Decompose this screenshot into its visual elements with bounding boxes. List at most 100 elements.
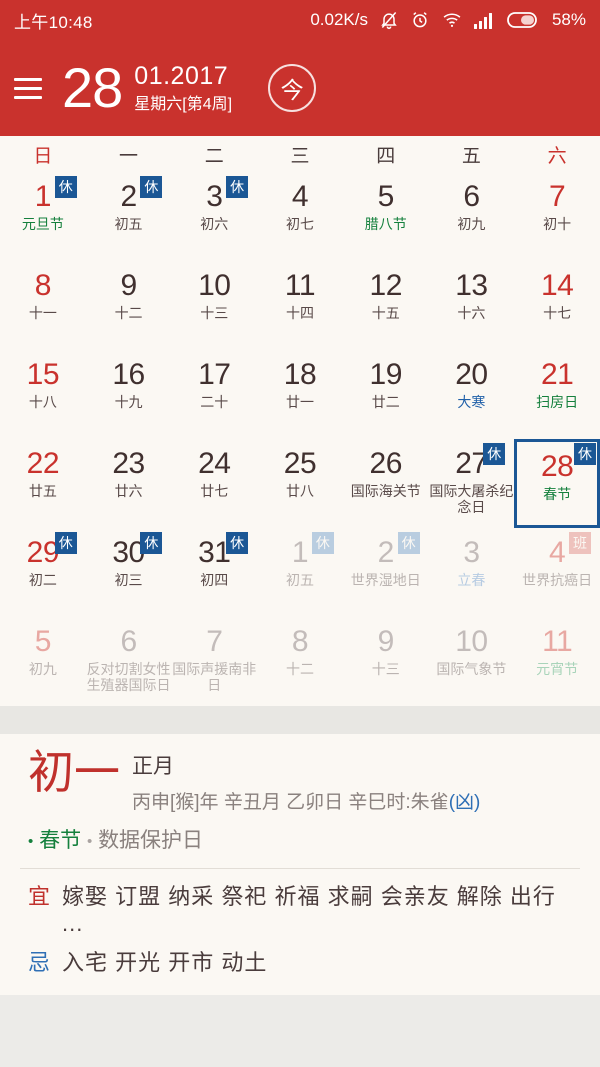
day-sublabel: 初七 [285, 215, 314, 232]
battery-percent-text: 58% [551, 10, 586, 29]
calendar-day-cell[interactable]: 22 廿五 [0, 439, 86, 528]
calendar-day-cell[interactable]: 休 30 初三 [86, 528, 172, 617]
calendar-day-cell[interactable]: 休 2 世界湿地日 [343, 528, 429, 617]
lunar-month-label: 正月 [132, 755, 174, 778]
day-number: 26 [369, 447, 403, 480]
calendar-day-cell[interactable]: 15 十八 [0, 350, 86, 439]
weekday-header-4: 四 [376, 145, 396, 167]
day-sublabel: 初十 [543, 215, 572, 232]
calendar-day-cell[interactable]: 7 国际声援南非日 [171, 617, 257, 706]
day-number: 23 [112, 447, 145, 480]
day-sublabel: 十五 [371, 304, 400, 321]
day-sublabel: 十一 [28, 304, 57, 321]
day-number: 9 [120, 269, 137, 302]
calendar-day-cell[interactable]: 9 十三 [343, 617, 429, 706]
calendar-day-cell[interactable]: 休 2 初五 [86, 172, 172, 261]
calendar-day-cell[interactable]: 23 廿六 [86, 439, 172, 528]
rest-day-badge: 休 [140, 532, 163, 554]
calendar-day-cell[interactable]: 班 4 世界抗癌日 [514, 528, 600, 617]
lunar-info-block: 正月 丙申[猴]年 辛丑月 乙卯日 辛巳时:朱雀(凶) [132, 750, 480, 814]
day-sublabel: 立春 [457, 571, 486, 588]
yi-items: 嫁娶 订盟 纳采 祭祀 祈福 求嗣 会亲友 解除 出行 ... [62, 884, 556, 937]
day-sublabel: 初六 [200, 215, 229, 232]
calendar-day-cell[interactable]: 休 29 初二 [0, 528, 86, 617]
calendar-day-cell[interactable]: 休 1 初五 [257, 528, 343, 617]
today-button[interactable]: 今 [268, 64, 317, 112]
rest-day-badge: 休 [397, 532, 420, 554]
detail-top-row: 初一 正月 丙申[猴]年 辛丑月 乙卯日 辛巳时:朱雀(凶) [20, 746, 580, 814]
calendar-day-cell[interactable]: 10 国际气象节 [429, 617, 515, 706]
calendar-day-cell[interactable]: 9 十二 [86, 261, 172, 350]
day-sublabel: 十八 [28, 393, 57, 410]
calendar-day-cell[interactable]: 7 初十 [514, 172, 600, 261]
day-sublabel: 十二 [285, 660, 314, 677]
calendar-grid[interactable]: 休 1 元旦节休 2 初五休 3 初六 4 初七 5 腊八节 6 初九 7 初十 8 十一 9 十二 10 十三 11 十四… [0, 172, 600, 706]
calendar-day-cell[interactable]: 18 廿一 [257, 350, 343, 439]
calendar-day-cell[interactable]: 5 腊八节 [343, 172, 429, 261]
calendar-day-cell[interactable]: 休 1 元旦节 [0, 172, 86, 261]
day-sublabel: 廿一 [285, 393, 314, 410]
calendar-day-cell[interactable]: 11 十四 [257, 261, 343, 350]
calendar-day-cell[interactable]: 17 二十 [171, 350, 257, 439]
calendar-day-cell[interactable]: 4 初七 [257, 172, 343, 261]
day-sublabel: 十三 [371, 660, 400, 677]
rest-day-badge: 休 [483, 443, 506, 465]
ji-label: 忌 [28, 950, 51, 976]
calendar-day-cell[interactable]: 3 立春 [429, 528, 515, 617]
calendar-day-cell[interactable]: 休 3 初六 [171, 172, 257, 261]
bell-muted-icon [379, 10, 399, 30]
panel-divider [0, 706, 600, 734]
weekday-header-6: 六 [547, 145, 567, 167]
calendar-day-cell[interactable]: 26 国际海关节 [343, 439, 429, 528]
rest-day-badge: 休 [574, 443, 596, 465]
calendar-day-cell[interactable]: 16 十九 [86, 350, 172, 439]
network-speed-text: 0.02K/s [310, 10, 368, 29]
ji-row[interactable]: 忌 入宅 开光 开市 动土 [28, 945, 580, 977]
calendar-day-cell[interactable]: 14 十七 [514, 261, 600, 350]
calendar-day-cell[interactable]: 8 十二 [257, 617, 343, 706]
calendar-day-cell[interactable]: 25 廿八 [257, 439, 343, 528]
day-number: 24 [198, 447, 231, 480]
calendar-day-cell[interactable]: 24 廿七 [171, 439, 257, 528]
calendar-day-cell[interactable]: 11 元宵节 [514, 617, 600, 706]
day-number: 18 [283, 358, 317, 391]
day-number: 1 [34, 180, 52, 213]
day-sublabel: 十九 [114, 393, 143, 410]
day-sublabel: 初九 [457, 215, 486, 232]
day-number: 17 [198, 358, 231, 391]
festival-secondary[interactable]: 数据保护日 [98, 829, 203, 852]
day-sublabel: 扫房日 [536, 393, 579, 410]
calendar-day-cell[interactable]: 21 扫房日 [514, 350, 600, 439]
calendar-day-cell[interactable]: 13 十六 [429, 261, 515, 350]
calendar-day-cell[interactable]: 6 反对切割女性生殖器国际日 [86, 617, 172, 706]
calendar-day-cell[interactable]: 19 廿二 [343, 350, 429, 439]
calendar-day-cell[interactable]: 休 31 初四 [171, 528, 257, 617]
calendar-day-cell[interactable]: 12 十五 [343, 261, 429, 350]
day-number: 14 [540, 269, 574, 302]
calendar-day-cell[interactable]: 休 28 春节 [514, 439, 600, 528]
day-number: 2 [377, 536, 395, 569]
calendar-day-cell[interactable]: 5 初九 [0, 617, 86, 706]
festival-primary[interactable]: 春节 [39, 829, 81, 852]
day-sublabel: 廿六 [114, 482, 143, 499]
calendar-day-cell[interactable]: 20 大寒 [429, 350, 515, 439]
calendar-day-cell[interactable]: 8 十一 [0, 261, 86, 350]
weekday-header-1: 一 [119, 145, 139, 167]
yi-row[interactable]: 宜 嫁娶 订盟 纳采 祭祀 祈福 求嗣 会亲友 解除 出行 ... [28, 879, 580, 937]
day-sublabel: 十六 [457, 304, 486, 321]
lunar-day-label: 初一 [28, 746, 120, 798]
day-number: 10 [455, 625, 488, 658]
calendar-day-cell[interactable]: 10 十三 [171, 261, 257, 350]
bullet-icon: • [28, 833, 34, 851]
day-number: 20 [455, 358, 488, 391]
day-sublabel: 国际声援南非日 [172, 660, 257, 694]
rest-day-badge: 休 [54, 176, 77, 198]
day-sublabel: 廿七 [200, 482, 229, 499]
calendar-day-cell[interactable]: 6 初九 [429, 172, 515, 261]
day-sublabel: 廿八 [285, 482, 314, 499]
hamburger-menu-icon[interactable] [14, 77, 48, 99]
day-number: 13 [455, 269, 488, 302]
calendar-day-cell[interactable]: 休 27 国际大屠杀纪念日 [429, 439, 515, 528]
status-bar: 上午10:48 0.02K/s 58% [0, 0, 600, 40]
rest-day-badge: 休 [54, 532, 77, 554]
